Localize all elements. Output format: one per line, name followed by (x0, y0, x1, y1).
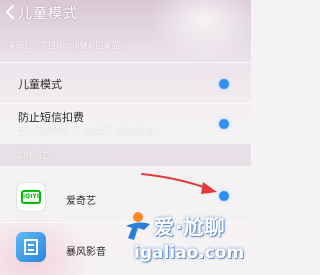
watermark-url: igaliao.com (134, 243, 245, 263)
annotation-arrow-icon (141, 173, 217, 194)
setting-subtitle: 禁止发送短信，不会被第三方应用扣费 (18, 127, 154, 136)
mascot-icon (126, 212, 150, 240)
film-icon (24, 239, 38, 255)
setting-row-prevent-sms[interactable]: 防止短信扣费 禁止发送短信，不会被第三方应用扣费 (0, 104, 251, 144)
back-arrow-icon[interactable] (4, 4, 18, 20)
setting-label: 儿童模式 (18, 78, 62, 91)
section-label: 可使用应用 (18, 151, 58, 160)
prevent-sms-toggle[interactable] (219, 119, 229, 129)
storm-player-icon (16, 232, 46, 262)
setting-label: 防止短信扣费 (18, 111, 84, 124)
iqiyi-logo-text: iQIYI (21, 190, 41, 204)
page-title: 儿童模式 (18, 6, 78, 22)
header: 儿童模式 (0, 0, 251, 28)
setting-row-child-mode[interactable]: 儿童模式 (0, 63, 251, 103)
app-name: 暴风影音 (66, 247, 106, 258)
watermark: 爱·尬聊 igaliao.com (120, 208, 251, 275)
watermark-title: 爱·尬聊 (154, 215, 226, 239)
child-mode-toggle[interactable] (219, 79, 229, 89)
iqiyi-icon: iQIYI (16, 182, 46, 212)
page-description: 关闭后，下拉Home键返回桌面 (8, 41, 120, 50)
app-name: 爱奇艺 (66, 196, 96, 207)
